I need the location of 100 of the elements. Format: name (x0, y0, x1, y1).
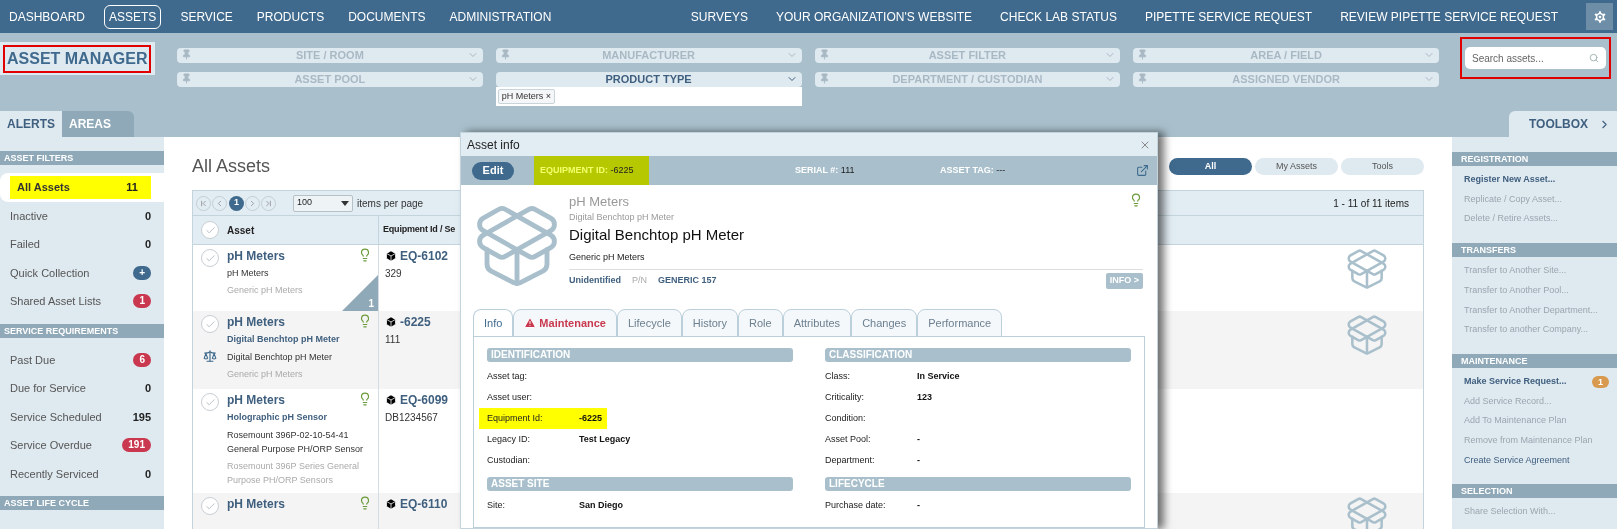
lightbulb-icon (358, 314, 372, 328)
dialog-tab[interactable]: History (681, 309, 739, 337)
nav-link[interactable]: REVIEW PIPETTE SERVICE REQUEST (1340, 7, 1558, 26)
sidebar-item[interactable]: Recently Serviced 0 (0, 459, 164, 488)
external-link-icon[interactable] (1136, 164, 1149, 177)
nav-link[interactable]: SURVEYS (690, 7, 748, 26)
asset-name[interactable]: pH Meters (227, 314, 285, 330)
asset-name[interactable]: pH Meters (227, 496, 285, 512)
select-checkbox[interactable] (201, 497, 219, 515)
nav-link[interactable]: PIPETTE SERVICE REQUEST (1145, 7, 1313, 26)
next-page-icon (248, 198, 257, 208)
sidebar-item[interactable]: Due for Service 0 (0, 374, 164, 403)
serial-number: 111 (385, 333, 401, 347)
sidebar-item[interactable]: Shared Asset Lists 1 (0, 287, 164, 316)
equipment-id[interactable]: EQ-6110 (400, 496, 448, 512)
search-icon (1589, 53, 1599, 63)
page-size-select[interactable]: 100 (293, 194, 353, 212)
pin-icon (181, 49, 192, 60)
settings-icon (1591, 8, 1608, 25)
check-icon (204, 252, 216, 264)
toolbox-link[interactable]: Create Service Agreement (1464, 453, 1570, 468)
check-icon (204, 318, 216, 330)
asset-model: Holographic pH Sensor (227, 411, 328, 424)
info-field: Site: San Diego (479, 495, 793, 516)
equipment-id[interactable]: EQ-6102 (400, 248, 449, 264)
panel-tab[interactable]: ALERTS (0, 111, 62, 137)
pin-icon (1137, 49, 1149, 60)
nav-link[interactable]: SERVICE (175, 4, 238, 29)
sidebar-section-header: ASSET LIFE CYCLE (0, 496, 164, 510)
sidebar-item[interactable]: Past Due 6 (0, 345, 164, 374)
section-header: LIFECYCLE (825, 477, 1131, 491)
dialog-tab[interactable]: Changes (851, 309, 918, 337)
check-icon (204, 396, 216, 408)
info-field: Department: - (825, 450, 1131, 471)
select-checkbox[interactable] (201, 221, 219, 239)
view-toggle[interactable]: All (1169, 158, 1252, 175)
cube-icon (385, 394, 397, 406)
filter-tag[interactable]: pH Meters × (497, 89, 556, 104)
view-toggle[interactable]: My Assets (1255, 158, 1338, 175)
sidebar-item[interactable]: Service Scheduled 195 (0, 402, 164, 431)
info-field: Condition: (825, 408, 1131, 429)
nav-link[interactable]: CHECK LAB STATUS (1000, 7, 1117, 26)
section-header: ASSET SITE (487, 477, 793, 491)
select-checkbox[interactable] (201, 315, 219, 333)
dialog-tab[interactable]: Role (738, 309, 783, 337)
pin-icon (818, 49, 830, 60)
asset-name[interactable]: pH Meters (227, 248, 285, 264)
toolbox-link[interactable]: Make Service Request... (1464, 374, 1567, 389)
select-checkbox[interactable] (201, 249, 219, 267)
pin-icon (181, 73, 192, 84)
info-field: Purchase date: - (825, 495, 1131, 516)
edit-button[interactable]: Edit (472, 161, 514, 180)
nav-link[interactable]: ADMINISTRATION (444, 4, 557, 29)
asset-description: pH Meters (227, 267, 270, 280)
settings-button[interactable] (1586, 3, 1613, 30)
cube-icon (385, 498, 397, 510)
scale-icon (203, 349, 217, 363)
cube-icon (385, 316, 397, 328)
model-caption: Digital Benchtop pH Meter (569, 211, 676, 224)
dialog-tab[interactable]: Maintenance (513, 309, 617, 337)
check-icon (204, 224, 216, 236)
info-field: Legacy ID: Test Legacy (479, 429, 793, 450)
column-header[interactable]: Equipment Id / Se (379, 223, 456, 237)
header-field: SERIAL #: 111 (789, 156, 899, 185)
nav-link[interactable]: PRODUCTS (251, 4, 330, 29)
lightbulb-icon (358, 248, 372, 262)
item-count: 0 (144, 381, 151, 396)
sidebar-item[interactable]: Inactive 0 (0, 201, 164, 230)
pin-icon (818, 73, 830, 84)
header-field: EQUIPMENT ID: -6225 (534, 156, 649, 185)
page-number[interactable]: 1 (229, 195, 244, 211)
asset-name[interactable]: pH Meters (227, 392, 285, 408)
view-toggle[interactable]: Tools (1341, 158, 1424, 175)
page-heading: All Assets (192, 155, 271, 178)
item-count: 0 (144, 237, 151, 252)
nav-link[interactable]: YOUR ORGANIZATION'S WEBSITE (776, 7, 973, 26)
info-field: Asset tag: (479, 366, 793, 387)
serial-number: DB1234567 (385, 411, 438, 425)
dialog-tab[interactable]: Info (473, 309, 514, 337)
sidebar-item[interactable]: Quick Collection + (0, 258, 164, 287)
select-checkbox[interactable] (201, 393, 219, 411)
equipment-id[interactable]: EQ-6099 (400, 392, 449, 408)
dialog-tab[interactable]: Attributes (782, 309, 852, 337)
nav-link[interactable]: ASSETS (104, 4, 162, 29)
sidebar-item[interactable]: Service Overdue 191 (0, 431, 164, 460)
search-field[interactable]: Search assets... (1465, 47, 1606, 69)
nav-link[interactable]: DASHBOARD (4, 4, 90, 29)
product-name: Generic pH Meters (569, 251, 646, 264)
equipment-id[interactable]: -6225 (400, 314, 431, 330)
tag-field[interactable]: pH Meters × (495, 87, 802, 106)
toolbox-tab[interactable]: TOOLBOX (1509, 111, 1617, 137)
toolbox-link[interactable]: Register New Asset... (1464, 173, 1556, 187)
filter-dropdown[interactable]: PRODUCT TYPE (495, 72, 802, 87)
nav-link[interactable]: DOCUMENTS (343, 4, 431, 29)
dialog-tab[interactable]: Lifecycle (617, 309, 682, 337)
pin-icon (499, 49, 511, 60)
asset-product: Rosemount 396P Series General Purpose PH/ORP Sensors (227, 460, 360, 487)
sidebar-item[interactable]: Failed 0 (0, 230, 164, 259)
sidebar-item[interactable]: All Assets 11 (0, 173, 164, 202)
dialog-tab[interactable]: Performance (917, 309, 1003, 337)
